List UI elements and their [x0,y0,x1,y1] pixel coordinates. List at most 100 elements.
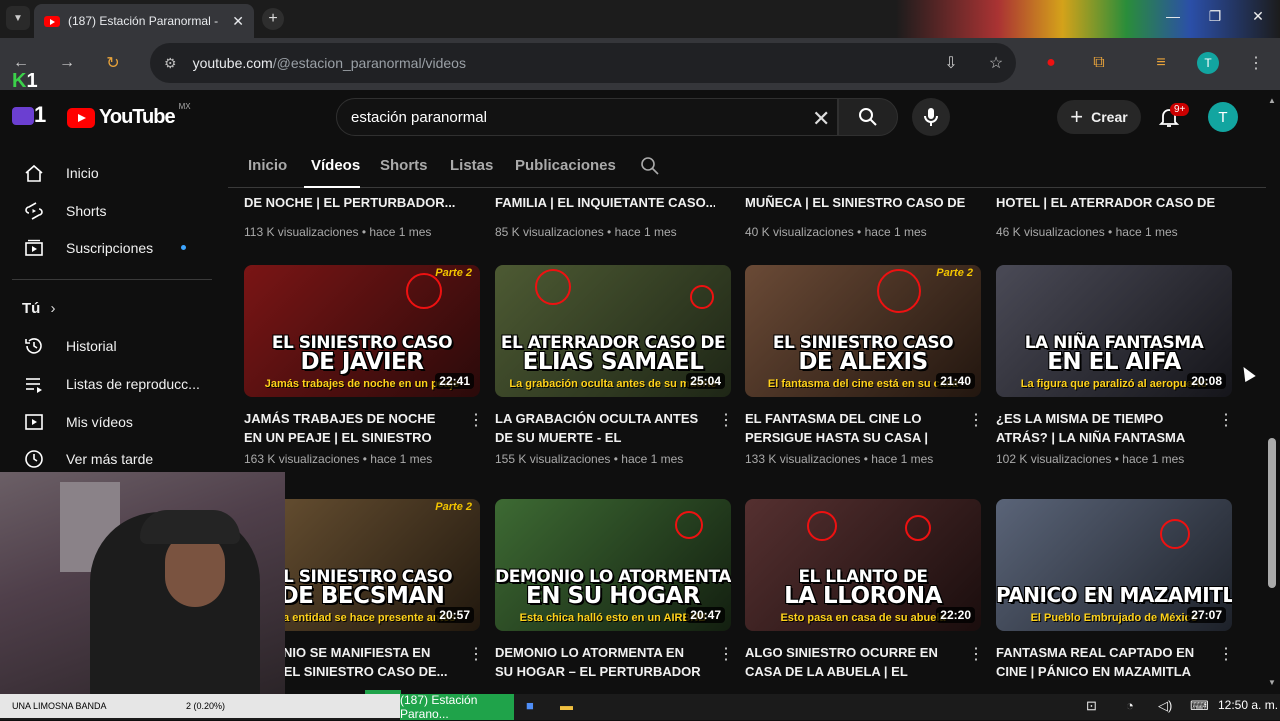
chrome-menu-icon[interactable]: ⋮ [1245,52,1267,74]
video-title[interactable]: HOTEL | EL ATERRADOR CASO DE... [996,195,1216,210]
address-bar[interactable]: ⚙ youtube.com/@estacion_paranormal/video… [150,43,1016,83]
mouse-cursor-icon [1238,363,1256,383]
video-meta: 85 K visualizaciones • hace 1 mes [495,225,677,239]
voice-search-button[interactable] [912,98,950,136]
tab-videos[interactable]: Vídeos [311,157,360,174]
video-card[interactable]: Parte 2 EL SINIESTRO CASO DE JAVIER Jamá… [244,265,480,466]
video-meta: 113 K visualizaciones • hace 1 mes [244,225,432,239]
bookmark-star-icon[interactable]: ☆ [985,52,1007,74]
sidebar-item-shorts[interactable]: Shorts [12,192,212,230]
video-title[interactable]: FAMILIA | EL INQUIETANTE CASO... [495,195,715,210]
video-title[interactable]: JAMÁS TRABAJES DE NOCHE EN UN PEAJE | EL… [244,409,454,447]
k1-overlay-logo: K1 [12,70,38,92]
video-thumbnail[interactable]: PANICO EN MAZAMITLA El Pueblo Embrujado … [996,499,1232,631]
video-menu-icon[interactable]: ⋮ [968,410,984,430]
video-thumbnail[interactable]: EL ATERRADOR CASO DE ELIAS SAMAEL La gra… [495,265,731,397]
video-thumbnail[interactable]: EL LLANTO DE LA LLORONA Esto pasa en cas… [745,499,981,631]
sidebar-you-header[interactable]: Tú › [22,300,56,317]
video-duration: 22:41 [435,373,474,389]
account-avatar[interactable]: T [1208,102,1238,132]
media-playlist-icon[interactable]: ≡ [1150,52,1172,74]
history-icon [22,334,46,358]
video-title[interactable]: DE NOCHE | EL PERTURBADOR... [244,195,464,210]
subscriptions-icon [22,236,46,260]
video-title[interactable]: DEMONIO LO ATORMENTA EN SU HOGAR – EL PE… [495,643,705,681]
youtube-logo[interactable]: YouTube MX [67,102,191,129]
video-card[interactable]: DEMONIO LO ATORMENTA EN SU HOGAR Esta ch… [495,499,731,681]
video-title[interactable]: MUÑECA | EL SINIESTRO CASO DE... [745,195,965,210]
tray-device-icon[interactable]: ⊡ [1086,698,1097,714]
taskbar-clock[interactable]: 12:50 a. m. [1218,698,1278,712]
video-card[interactable]: EL LLANTO DE LA LLORONA Esto pasa en cas… [745,499,981,681]
browser-tab-active[interactable]: (187) Estación Paranormal - ✕ [34,4,254,38]
scrollbar-thumb[interactable] [1268,438,1276,588]
scroll-down-arrow-icon[interactable]: ▼ [1268,678,1276,687]
youtube-play-icon [67,107,95,128]
video-card[interactable]: PANICO EN MAZAMITLA El Pueblo Embrujado … [996,499,1232,681]
new-tab-button[interactable]: + [262,8,284,30]
video-thumbnail[interactable]: LA NIÑA FANTASMA EN EL AIFA La figura qu… [996,265,1232,397]
tab-shorts[interactable]: Shorts [380,157,428,174]
video-meta: 133 K visualizaciones • hace 1 mes [745,452,934,466]
video-meta: 163 K visualizaciones • hace 1 mes [244,452,433,466]
volume-icon[interactable]: ◁) [1158,698,1172,714]
video-title[interactable]: ¿ES LA MISMA DE TIEMPO ATRÁS? | LA NIÑA … [996,409,1206,447]
new-content-dot [181,245,186,250]
video-meta: 40 K visualizaciones • hace 1 mes [745,225,927,239]
forward-icon[interactable]: → [56,52,78,74]
video-menu-icon[interactable]: ⋮ [968,644,984,664]
scrollbar-track[interactable] [1266,92,1280,692]
search-button[interactable] [838,98,898,136]
video-title[interactable]: LA GRABACIÓN OCULTA ANTES DE SU MUERTE -… [495,409,705,447]
video-menu-icon[interactable]: ⋮ [1218,410,1234,430]
tab-publicaciones[interactable]: Publicaciones [515,157,616,174]
keyboard-icon[interactable]: ⌨ [1190,698,1209,714]
taskbar-chrome-app[interactable]: (187) Estación Parano... [400,693,514,721]
restore-button[interactable]: ❐ [1200,8,1230,25]
video-duration: 20:57 [435,607,474,623]
stream-overlay-logo: 1 [12,102,52,128]
window-close-button[interactable]: ✕ [1243,8,1273,25]
video-thumbnail[interactable]: Parte 2 EL SINIESTRO CASO DE ALEXIS El f… [745,265,981,397]
video-menu-icon[interactable]: ⋮ [1218,644,1234,664]
extensions-puzzle-icon[interactable]: ⧉ [1088,52,1110,74]
video-title[interactable]: FANTASMA REAL CAPTADO EN CINE | PÁNICO E… [996,643,1206,681]
tab-inicio[interactable]: Inicio [248,157,287,174]
sidebar-item-playlists[interactable]: Listas de reproducc... [12,365,212,403]
tab-search-button[interactable]: ▼ [6,6,30,30]
sidebar-item-history[interactable]: Historial [12,327,212,365]
clear-search-icon[interactable]: ✕ [812,106,830,132]
video-title[interactable]: EL FANTASMA DEL CINE LO PERSIGUE HASTA S… [745,409,955,447]
site-info-icon[interactable]: ⚙ [164,55,177,72]
red-circle-marker [877,269,921,313]
search-input[interactable]: estación paranormal [336,98,838,136]
chrome-profile-avatar[interactable]: T [1197,52,1219,74]
scroll-up-arrow-icon[interactable]: ▲ [1268,96,1276,105]
create-button[interactable]: + Crear [1057,100,1141,134]
video-menu-icon[interactable]: ⋮ [468,644,484,664]
video-card[interactable]: LA NIÑA FANTASMA EN EL AIFA La figura qu… [996,265,1232,466]
red-circle-marker [690,285,714,309]
video-menu-icon[interactable]: ⋮ [468,410,484,430]
channel-search-icon[interactable] [640,156,660,176]
video-title[interactable]: ALGO SINIESTRO OCURRE EN CASA DE LA ABUE… [745,643,955,681]
zoom-app-icon[interactable]: ■ [526,698,534,713]
reload-icon[interactable]: ↻ [102,52,124,74]
home-icon [22,161,46,185]
wifi-icon[interactable]: ◔ [1126,698,1134,713]
sidebar-item-your-videos[interactable]: Mis vídeos [12,403,212,441]
extension-red-icon[interactable]: ● [1040,52,1062,74]
video-thumbnail[interactable]: DEMONIO LO ATORMENTA EN SU HOGAR Esta ch… [495,499,731,631]
url-path: /@estacion_paranormal/videos [272,55,466,71]
video-card[interactable]: Parte 2 EL SINIESTRO CASO DE ALEXIS El f… [745,265,981,466]
video-menu-icon[interactable]: ⋮ [718,644,734,664]
tab-listas[interactable]: Listas [450,157,493,174]
install-app-icon[interactable]: ⇩ [940,52,962,74]
video-card[interactable]: EL ATERRADOR CASO DE ELIAS SAMAEL La gra… [495,265,731,466]
minimize-button[interactable]: — [1158,8,1188,24]
sidebar-item-home[interactable]: Inicio [12,154,212,192]
close-tab-icon[interactable]: ✕ [232,13,244,30]
file-explorer-icon[interactable]: ▬ [560,698,573,713]
video-thumbnail[interactable]: Parte 2 EL SINIESTRO CASO DE JAVIER Jamá… [244,265,480,397]
video-menu-icon[interactable]: ⋮ [718,410,734,430]
